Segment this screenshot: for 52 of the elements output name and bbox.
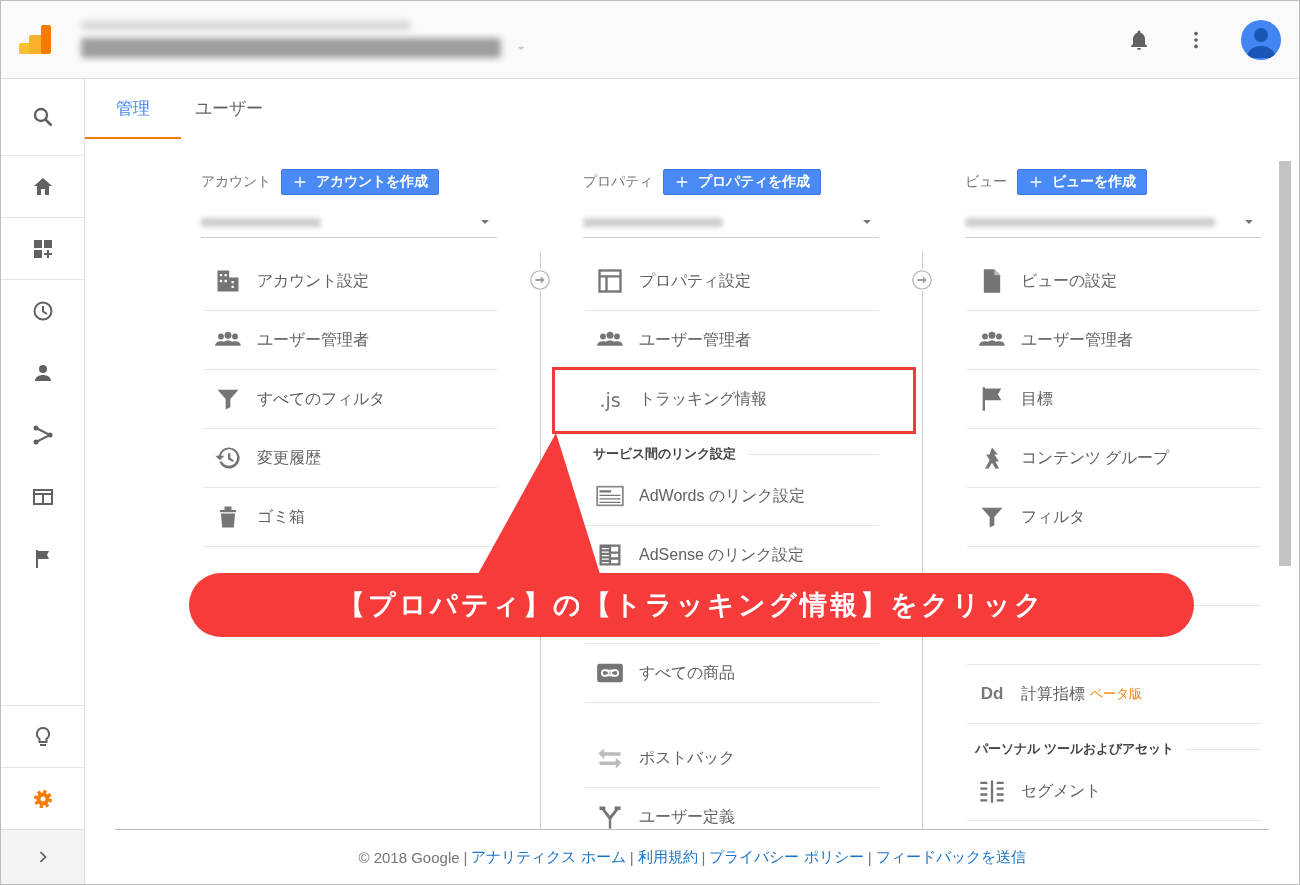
avatar-icon[interactable] — [1241, 19, 1281, 60]
callout-text: 【プロパティ】の【トラッキング情報】をクリック — [337, 589, 1045, 622]
layout-icon — [596, 267, 624, 295]
column-label: アカウント — [201, 173, 271, 191]
tab[interactable]: ユーザー — [181, 79, 277, 139]
footer-link[interactable]: フィードバックを送信 — [875, 847, 1026, 867]
column-label: ビュー — [965, 173, 1007, 191]
menu-item-label[interactable]: ユーザー管理者 — [257, 329, 369, 351]
menu-item-label[interactable]: プロパティ設定 — [639, 270, 751, 292]
copyright-text: © 2018 Google — [358, 848, 460, 866]
tab[interactable]: 管理 — [85, 79, 181, 139]
menu-item-label[interactable]: コンテンツ グループ — [1021, 447, 1170, 469]
arrow-circle-icon — [529, 269, 551, 291]
menu-item-label[interactable]: ゴミ箱 — [257, 506, 305, 528]
menu-item-label[interactable]: アカウント設定 — [257, 270, 369, 292]
menu-item-label[interactable]: ビューの設定 — [1021, 270, 1117, 292]
menu-item-label[interactable]: ユーザー定義 — [639, 806, 735, 828]
menu-item-label[interactable]: ユーザー管理者 — [639, 329, 751, 351]
icon-text: Dd — [980, 684, 1004, 704]
footer-link[interactable]: プライバシー ポリシー — [709, 847, 864, 867]
scrollbar[interactable] — [1279, 161, 1291, 566]
footer-link[interactable]: 利用規約 — [637, 847, 698, 867]
menu-item-label[interactable]: AdWords のリンク設定 — [639, 485, 805, 507]
plus-icon — [674, 174, 690, 190]
separator-text: | — [701, 848, 706, 866]
column-label: プロパティ — [583, 173, 653, 191]
separator-text: | — [867, 848, 872, 866]
create-button[interactable]: プロパティを作成 — [663, 169, 821, 195]
footer-link[interactable]: アナリティクス ホーム — [471, 847, 626, 867]
menu-item-label[interactable]: フィルタ — [1021, 506, 1085, 528]
menu-item-label[interactable]: セグメント — [1021, 780, 1101, 802]
plus-icon — [292, 174, 308, 190]
separator-text: | — [629, 848, 634, 866]
create-button[interactable]: ビューを作成 — [1017, 169, 1147, 195]
plus-icon — [1028, 174, 1044, 190]
create-button[interactable]: アカウントを作成 — [281, 169, 439, 195]
menu-item-label[interactable]: 変更履歴 — [257, 447, 321, 469]
menu-item-label[interactable]: ユーザー管理者 — [1021, 329, 1133, 351]
menu-item-label[interactable]: 目標 — [1021, 388, 1053, 410]
beta-label: ベータ版 — [1090, 685, 1142, 703]
section-header: サービス間のリンク設定 — [593, 445, 736, 463]
analytics-logo-icon — [19, 22, 53, 57]
menu-item-label[interactable]: すべての商品 — [639, 662, 735, 684]
icon-text: .js — [599, 388, 621, 411]
menu-item-label[interactable]: 計算指標 — [1021, 683, 1085, 705]
menu-item-label[interactable]: AdSense のリンク設定 — [639, 544, 805, 566]
menu-item-label[interactable]: ポストバック — [639, 747, 735, 769]
menu-item-label[interactable]: すべてのフィルタ — [257, 388, 385, 410]
arrow-circle-icon — [911, 269, 933, 291]
separator-text: | — [463, 848, 468, 866]
menu-item-label[interactable]: トラッキング情報 — [639, 389, 767, 410]
section-header: パーソナル ツールおよびアセット — [975, 740, 1174, 758]
